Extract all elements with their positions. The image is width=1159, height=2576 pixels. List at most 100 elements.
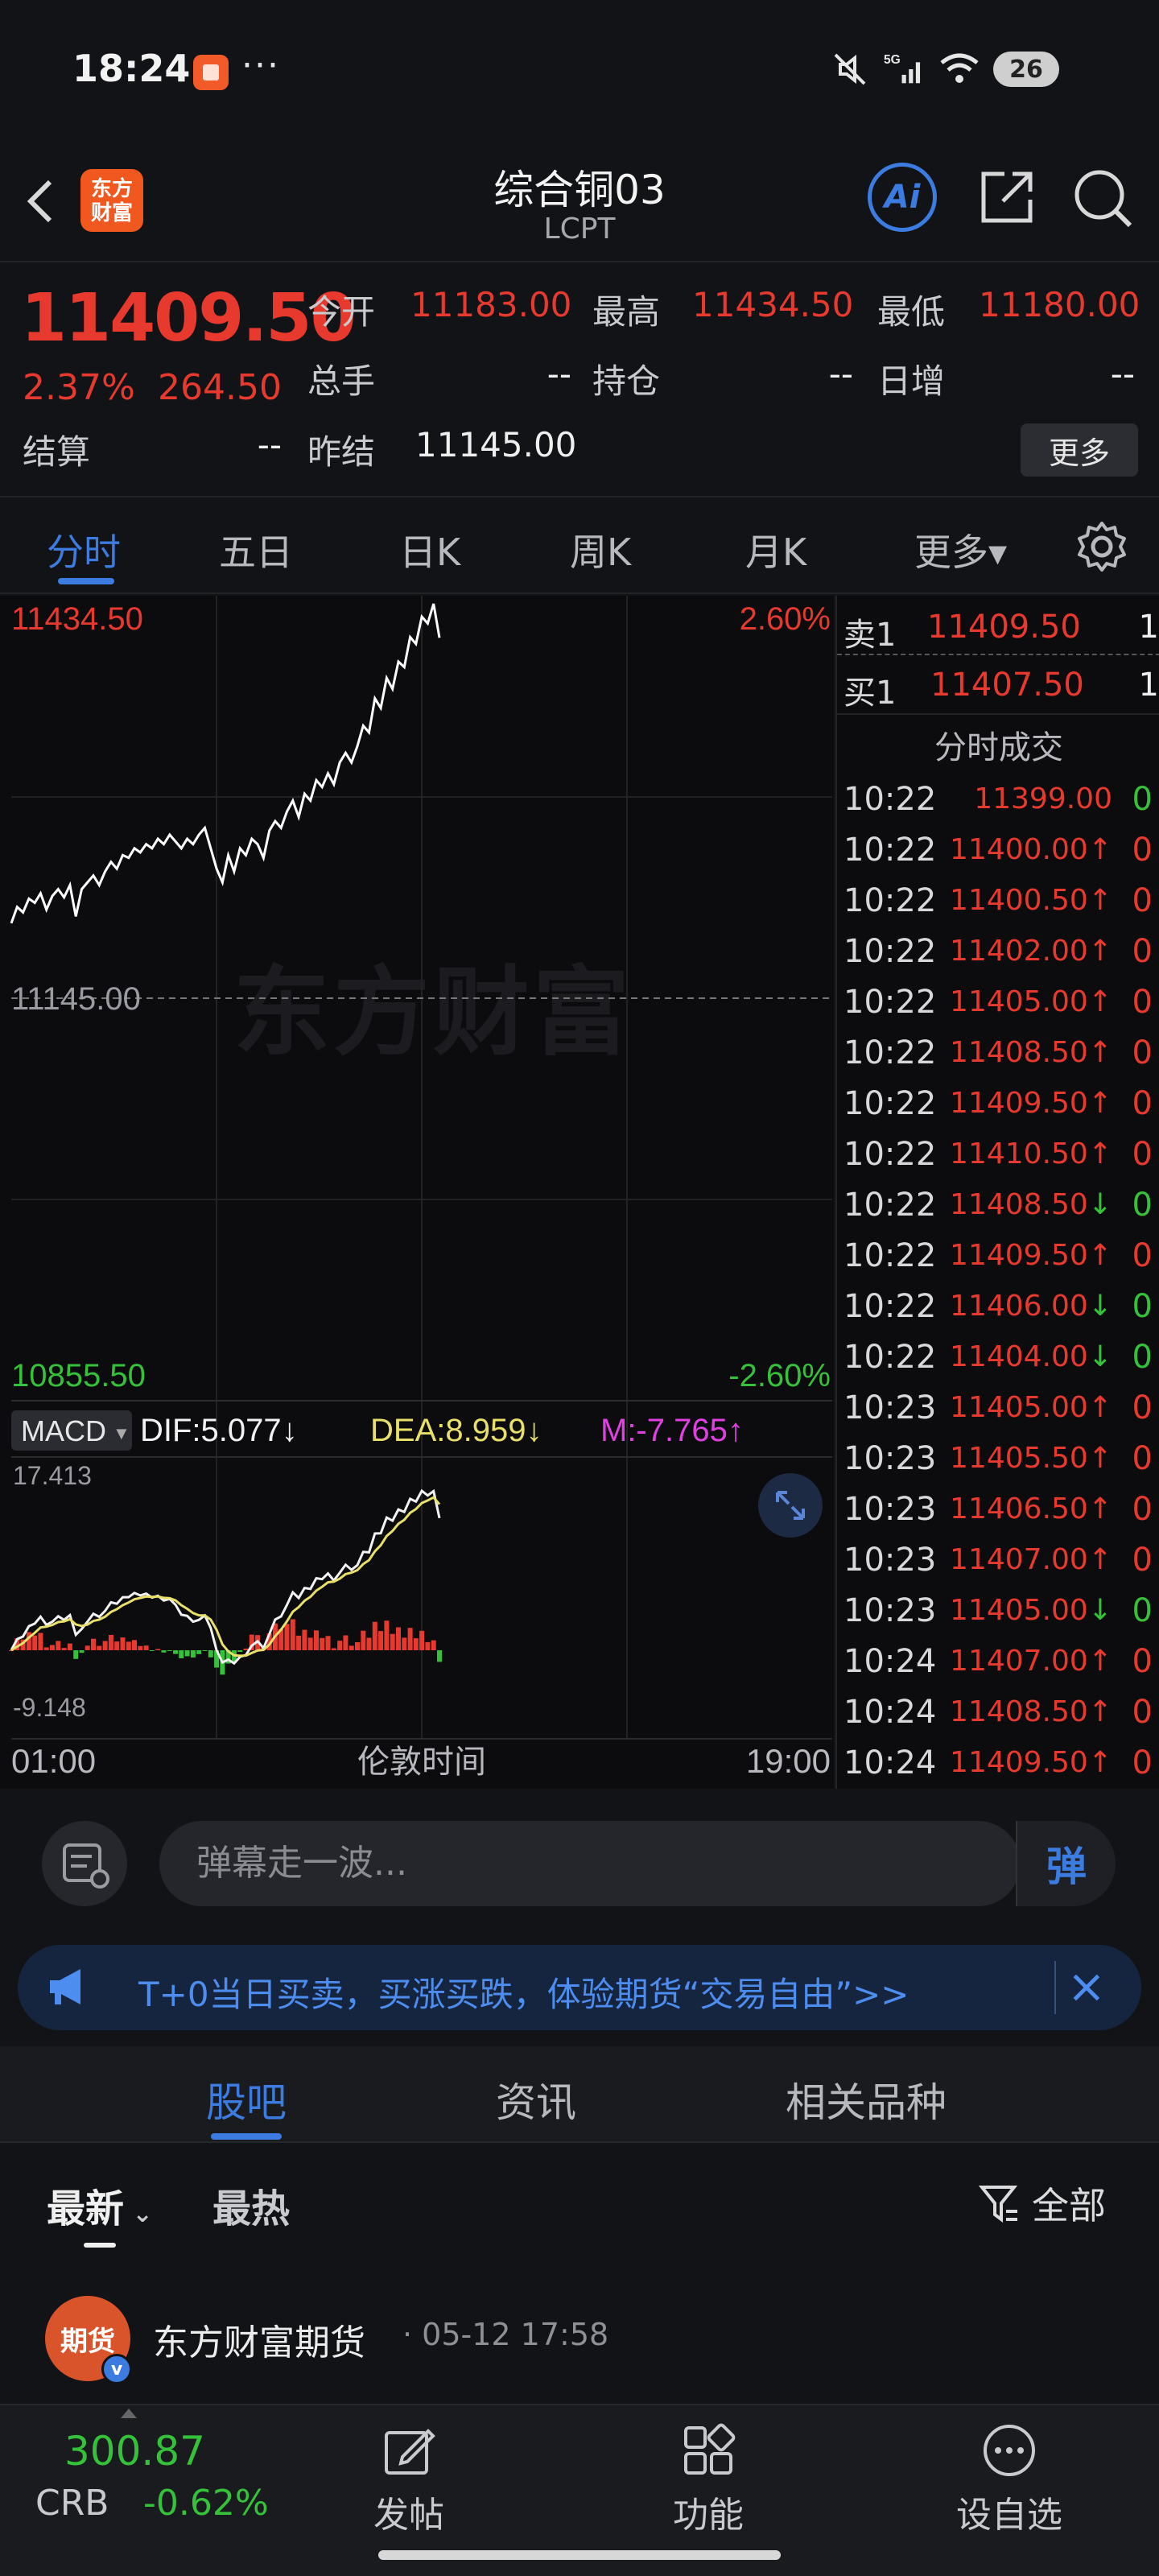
macd-bar <box>38 1633 43 1650</box>
open-interest-label: 持仓 <box>592 361 661 401</box>
settle-value: -- <box>257 425 282 464</box>
macd-bar <box>155 1649 161 1650</box>
chart-canvas: 11434.50 2.60% 11145.00 10855.50 -2.60% … <box>9 596 832 1780</box>
trade-price: 11408.50↑ <box>950 1695 1112 1728</box>
danmaku-send-button[interactable]: 弹 <box>1016 1821 1116 1906</box>
tab-five-day[interactable]: 五日 <box>219 523 293 576</box>
macd-bar <box>179 1650 184 1658</box>
crb-index-change[interactable]: -0.62% <box>143 2483 269 2524</box>
trade-row: 10:22 11410.50↑ 0 <box>837 1128 1159 1179</box>
trade-time: 10:23 <box>843 1592 937 1629</box>
trade-row: 10:22 11408.50↑ 0 <box>837 1026 1159 1078</box>
settle-label: 结算 <box>23 432 91 472</box>
chevron-down-icon: ⌄ <box>124 2200 153 2228</box>
trade-price: 11405.00↓ <box>950 1594 1112 1627</box>
low-label: 最低 <box>877 292 946 332</box>
trade-price: 11409.50↑ <box>950 1239 1112 1272</box>
quote-panel: 11409.50 2.37% 264.50 今开 11183.00 最高 114… <box>0 264 1159 497</box>
nav-post[interactable]: 发帖 <box>336 2421 481 2537</box>
macd-bar <box>208 1650 213 1657</box>
trade-price: 11400.00↑ <box>950 833 1112 866</box>
crb-index-value[interactable]: 300.87 <box>64 2428 205 2475</box>
trade-price: 11410.50↑ <box>950 1137 1112 1170</box>
macd-bar <box>407 1628 413 1650</box>
trade-price: 11406.50↑ <box>950 1492 1112 1525</box>
nav-function[interactable]: 功能 <box>636 2421 781 2537</box>
tab-weekly-k[interactable]: 周K <box>570 523 631 576</box>
trade-price: 11402.00↑ <box>950 935 1112 968</box>
trade-row: 10:23 11405.00↑ 0 <box>837 1381 1159 1433</box>
network-type-label: 5G <box>884 53 901 67</box>
sort-latest-label: 最新 <box>47 2186 125 2231</box>
daily-increase-label: 日增 <box>877 361 946 401</box>
trade-row: 10:22 11406.00↓ 0 <box>837 1280 1159 1331</box>
time-mid-label: 伦敦时间 <box>357 1744 486 1780</box>
share-icon[interactable] <box>972 163 1041 232</box>
status-bar: 18:24 ··· 5G 26 <box>0 0 1159 145</box>
filter-all-button[interactable]: 全部 <box>979 2177 1106 2230</box>
sort-hot-button[interactable]: 最热 <box>212 2177 290 2233</box>
intraday-chart[interactable]: 东方财富 11434.50 2.60% 11145.00 10855.50 -2… <box>0 596 834 1789</box>
macd-bar <box>396 1627 401 1650</box>
tab-daily-k[interactable]: 日K <box>399 523 460 576</box>
battery-icon: 26 <box>993 52 1059 87</box>
trade-row: 10:23 11406.50↑ 0 <box>837 1483 1159 1534</box>
active-tab-indicator <box>58 578 114 584</box>
post-author[interactable]: 东方财富期货 <box>153 2314 365 2365</box>
search-icon[interactable] <box>1067 163 1136 232</box>
trade-time: 10:23 <box>843 1542 937 1579</box>
macd-bar <box>173 1650 179 1654</box>
nav-watchlist[interactable]: 设自选 <box>937 2421 1082 2537</box>
tab-guba[interactable]: 股吧 <box>206 2070 287 2128</box>
more-quote-button[interactable]: 更多 <box>1021 423 1138 477</box>
gear-icon[interactable] <box>1074 518 1130 575</box>
trade-time: 10:24 <box>843 1643 937 1680</box>
macd-bar <box>167 1650 172 1651</box>
change-amount: 264.50 <box>158 367 282 408</box>
trade-volume: 0 <box>1132 933 1153 970</box>
macd-bar <box>79 1650 85 1653</box>
danmaku-input[interactable]: 弹幕走一波... <box>159 1821 1021 1906</box>
macd-dropdown-chevron-icon: ▼ <box>113 1423 130 1443</box>
trade-price: 11408.50↓ <box>950 1188 1112 1221</box>
trade-row: 10:24 11409.50↑ 0 <box>837 1736 1159 1788</box>
macd-bar <box>331 1648 336 1650</box>
promo-text: T+0当日买卖，买涨买跌，体验期货“交易自由”>> <box>138 1975 909 2014</box>
trade-time: 10:23 <box>843 1389 937 1426</box>
macd-bar <box>366 1637 372 1650</box>
macd-bar <box>243 1648 249 1650</box>
tab-news[interactable]: 资讯 <box>496 2070 576 2128</box>
danmaku-settings-button[interactable] <box>42 1821 127 1906</box>
macd-bar <box>337 1641 343 1650</box>
trade-row: 10:22 11399.00 0 <box>837 773 1159 824</box>
trades-divider <box>837 713 1159 715</box>
trade-volume: 0 <box>1132 1339 1153 1376</box>
active-community-tab-indicator <box>211 2133 282 2140</box>
prev-settle-label: 昨结 <box>307 432 376 472</box>
trade-row: 10:22 11408.50↓ 0 <box>837 1179 1159 1230</box>
trade-price: 11407.00↑ <box>950 1543 1112 1576</box>
trade-price: 11407.00↑ <box>950 1645 1112 1678</box>
close-icon[interactable] <box>1054 1961 1111 2014</box>
macd-bar <box>296 1635 302 1650</box>
trade-time: 10:22 <box>843 933 937 970</box>
period-tabs: 分时 五日 日K 周K 月K 更多▾ <box>0 499 1159 594</box>
tab-related[interactable]: 相关品种 <box>786 2070 947 2128</box>
bid-volume: 1 <box>1138 667 1159 704</box>
post-item[interactable]: 期货 v 东方财富期货 · 05-12 17:58 <box>0 2267 1159 2404</box>
trade-time: 10:23 <box>843 1440 937 1477</box>
tab-intraday[interactable]: 分时 <box>47 523 121 576</box>
sort-latest-button[interactable]: 最新 ⌄ <box>47 2177 153 2233</box>
tab-monthly-k[interactable]: 月K <box>745 523 806 576</box>
ask-volume: 1 <box>1138 609 1159 646</box>
ask-price: 11409.50 <box>927 609 1081 646</box>
daily-increase-value: -- <box>1110 354 1135 394</box>
open-label: 今开 <box>307 292 376 332</box>
tab-more[interactable]: 更多▾ <box>914 523 1007 576</box>
crb-index-label[interactable]: CRB <box>35 2483 109 2524</box>
macd-bar <box>237 1650 243 1652</box>
chart-min-label: 10855.50 <box>11 1358 146 1393</box>
ai-assistant-button[interactable]: Ai <box>868 163 937 232</box>
trade-volume: 0 <box>1132 781 1153 818</box>
promo-banner[interactable]: T+0当日买卖，买涨买跌，体验期货“交易自由”>> <box>18 1945 1141 2030</box>
